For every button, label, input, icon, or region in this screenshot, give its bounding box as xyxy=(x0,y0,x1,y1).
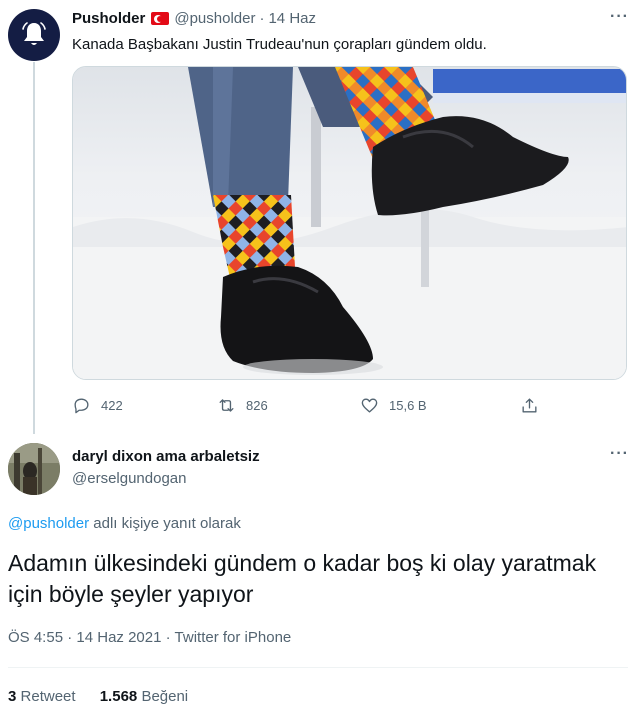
like-stat-count: 1.568 xyxy=(99,688,138,705)
thread-connector-line xyxy=(33,62,35,434)
retweet-stat-label: Retweet xyxy=(20,688,76,705)
retweet-icon xyxy=(219,399,234,412)
separator-dot: · xyxy=(259,10,265,27)
reply-time[interactable]: ÖS 4:55 xyxy=(8,629,63,646)
like-count: 15,6 B xyxy=(389,398,427,413)
like-button[interactable]: 15,6 B xyxy=(360,396,427,415)
separator-dot: · xyxy=(67,629,77,646)
reply-author-handle[interactable]: @erselgundogan xyxy=(72,470,186,487)
bell-icon xyxy=(22,22,46,45)
reply-text: Adamın ülkesindeki gündem o kadar boş ki… xyxy=(8,550,597,607)
retweet-count: 826 xyxy=(246,398,268,413)
more-options-icon[interactable]: ··· xyxy=(610,8,629,26)
tweet-header: Pusholder @pusholder · 14 Haz xyxy=(72,10,316,27)
heart-icon xyxy=(361,398,378,413)
tweet-date[interactable]: 14 Haz xyxy=(268,10,316,27)
reply-source[interactable]: Twitter for iPhone xyxy=(175,629,292,646)
reply-button[interactable]: 422 xyxy=(72,396,123,415)
share-button[interactable] xyxy=(520,396,549,415)
separator-dot: · xyxy=(165,629,175,646)
tweet-actions: 422 826 15,6 B xyxy=(72,396,552,416)
photo-socks-shoes xyxy=(73,67,626,379)
author-handle[interactable]: @pusholder xyxy=(174,10,255,27)
like-stat-label: Beğeni xyxy=(141,688,189,705)
tweet-media-image[interactable] xyxy=(72,66,627,380)
reply-to-label: adlı kişiye yanıt olarak xyxy=(89,515,241,532)
retweet-stat-count: 3 xyxy=(8,688,17,705)
avatar-erselgundogan[interactable] xyxy=(8,443,60,495)
reply-metadata: ÖS 4:55 · 14 Haz 2021 · Twitter for iPho… xyxy=(8,629,291,646)
reply-icon xyxy=(74,398,89,414)
reply-to-mention[interactable]: @pusholder xyxy=(8,515,89,532)
turkey-flag-icon xyxy=(151,12,170,25)
avatar-photo xyxy=(8,443,60,495)
reply-count: 422 xyxy=(101,398,123,413)
reply-date[interactable]: 14 Haz 2021 xyxy=(76,629,161,646)
share-icon xyxy=(522,398,537,413)
tweet-text: Kanada Başbakanı Justin Trudeau'nun çora… xyxy=(72,36,487,53)
author-name[interactable]: Pusholder xyxy=(72,10,145,27)
replying-to: @pusholder adlı kişiye yanıt olarak xyxy=(8,515,241,532)
avatar-pusholder[interactable] xyxy=(8,9,60,61)
engagement-stats: 3 Retweet 1.568 Beğeni xyxy=(8,688,188,705)
divider xyxy=(8,667,628,668)
reply-more-options-icon[interactable]: ··· xyxy=(610,445,629,463)
retweets-stat[interactable]: 3 Retweet xyxy=(8,688,76,705)
retweet-button[interactable]: 826 xyxy=(217,396,268,415)
likes-stat[interactable]: 1.568 Beğeni xyxy=(100,688,188,705)
reply-author-name[interactable]: daryl dixon ama arbaletsiz xyxy=(72,448,260,465)
